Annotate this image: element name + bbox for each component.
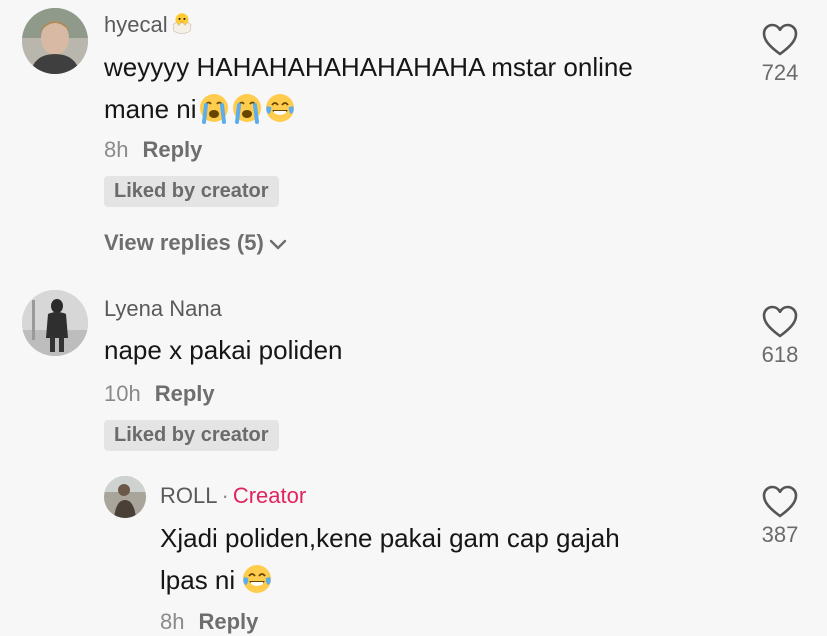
like-control: 387 xyxy=(750,484,810,548)
comment-text-line2: lpas ni xyxy=(160,559,273,601)
comment-timestamp: 8h xyxy=(160,609,185,634)
comment-username[interactable]: Lyena Nana xyxy=(104,296,222,322)
loudly-crying-face-icon xyxy=(198,92,230,124)
comment-text: Xjadi poliden,kene pakai gam cap gajah xyxy=(160,523,620,553)
avatar[interactable] xyxy=(22,290,88,356)
comment-text: weyyyy HAHAHAHAHAHAHAHA mstar online xyxy=(104,52,633,82)
avatar-image xyxy=(22,8,88,74)
face-with-tears-of-joy-icon xyxy=(241,563,273,595)
liked-by-creator-badge: Liked by creator xyxy=(104,420,279,451)
comment-timestamp: 8h xyxy=(104,137,129,162)
comment-meta: 8h Reply xyxy=(104,137,202,163)
comment-text-line2: mane ni xyxy=(104,88,296,130)
comment-username[interactable]: ROLL · Creator xyxy=(160,483,306,509)
chevron-down-icon xyxy=(269,239,286,250)
comment-username[interactable]: hyecal xyxy=(104,10,195,38)
liked-by-creator-badge: Liked by creator xyxy=(104,176,279,207)
face-with-tears-of-joy-icon xyxy=(264,92,296,124)
reply-button[interactable]: Reply xyxy=(198,609,258,634)
reply-button[interactable]: Reply xyxy=(155,381,215,406)
avatar-image xyxy=(104,476,146,518)
comment-meta: 10h Reply xyxy=(104,381,215,407)
like-count: 387 xyxy=(761,522,799,547)
like-control: 724 xyxy=(750,22,810,86)
like-count: 724 xyxy=(761,60,799,85)
heart-icon[interactable] xyxy=(761,484,799,520)
avatar[interactable] xyxy=(104,476,146,518)
heart-icon[interactable] xyxy=(761,304,799,340)
reply-button[interactable]: Reply xyxy=(142,137,202,162)
loudly-crying-face-icon xyxy=(231,92,263,124)
view-replies-button[interactable]: View replies (5) xyxy=(104,230,288,256)
like-count: 618 xyxy=(761,342,799,367)
avatar-image xyxy=(22,290,88,356)
avatar[interactable] xyxy=(22,8,88,74)
creator-badge: Creator xyxy=(232,483,307,508)
hatching-chick-icon xyxy=(169,10,195,36)
comment-text: nape x pakai poliden xyxy=(104,335,343,365)
comment-meta: 8h Reply xyxy=(160,609,258,635)
like-control: 618 xyxy=(750,304,810,368)
comment-timestamp: 10h xyxy=(104,381,141,406)
heart-icon[interactable] xyxy=(761,22,799,58)
